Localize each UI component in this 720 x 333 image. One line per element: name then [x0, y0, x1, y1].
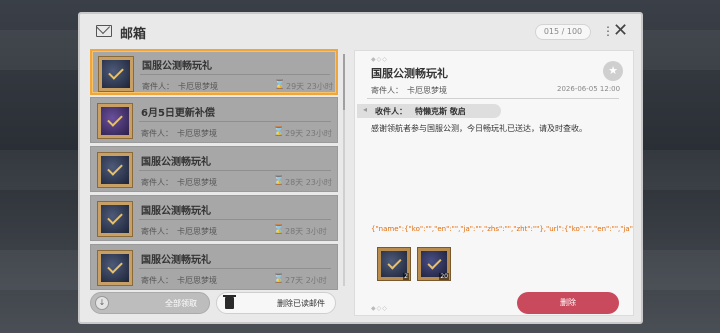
attachment-item[interactable]: 2	[377, 247, 411, 281]
time-remaining: 29天 23小时	[286, 82, 333, 91]
sender-label: 寄件人：	[141, 178, 173, 187]
hourglass-icon: ⌛	[274, 80, 286, 90]
gold-check-badge-icon	[97, 250, 133, 286]
divider	[139, 268, 331, 269]
sender-name: 卡厄思梦境	[177, 276, 217, 285]
page-title: 邮箱	[120, 27, 147, 42]
hourglass-icon: ⌛	[273, 225, 285, 235]
mail-list-item[interactable]: 国服公测畅玩礼 寄件人： 卡厄思梦境 ⌛ 27天 2小时	[90, 244, 338, 290]
download-arrow-icon: ↓	[95, 296, 109, 310]
sender-label: 寄件人：	[141, 129, 173, 138]
mail-item-title: 国服公测畅玩礼	[141, 206, 211, 217]
mail-date: 2026-06-05 12:00	[557, 85, 621, 93]
star-favorite-button[interactable]: ★	[603, 61, 623, 81]
divider	[139, 121, 331, 122]
sender-name: 卡厄思梦境	[177, 178, 217, 187]
mail-icon	[96, 25, 112, 37]
time-remaining: 28天 3小时	[285, 227, 327, 236]
raw-json-text: {"name":{"ko":"","en":"","ja":"","zhs":"…	[371, 225, 633, 233]
mail-body: 感谢领航者参与国服公测，今日畅玩礼已送达，请及时查收。	[371, 124, 587, 133]
mail-list-scrollbar[interactable]	[343, 54, 345, 286]
mail-count-badge: 015 / 100	[535, 24, 591, 40]
star-icon: ★	[608, 64, 618, 77]
collect-all-button[interactable]: ↓ 全部领取	[90, 292, 210, 314]
mail-item-title: 国服公测畅玩礼	[142, 61, 212, 72]
purple-check-badge-icon	[97, 103, 133, 139]
mail-list-item[interactable]: 国服公测畅玩礼 寄件人： 卡厄思梦境 ⌛ 29天 23小时	[90, 49, 338, 95]
sender-label: 寄件人：	[141, 276, 173, 285]
detail-sender-label: 寄件人：	[371, 86, 403, 95]
mail-list-item[interactable]: 6月5日更新补偿 寄件人： 卡厄思梦境 ⌛ 29天 23小时	[90, 97, 338, 143]
recipient-name: 特懒克斯 敬启	[415, 107, 466, 116]
close-icon[interactable]: ✕	[613, 22, 628, 40]
mail-item-title: 国服公测畅玩礼	[141, 157, 211, 168]
sender-name: 卡厄思梦境	[177, 129, 217, 138]
divider	[367, 98, 619, 99]
attachment-quantity: 20	[439, 273, 449, 280]
delete-button[interactable]: 删除	[517, 292, 619, 314]
sender-name: 卡厄思梦境	[178, 82, 218, 91]
scrollbar-thumb[interactable]	[343, 54, 345, 110]
sender-label: 寄件人：	[141, 227, 173, 236]
sender-label: 寄件人：	[142, 82, 174, 91]
mail-detail-pane: ◆◇◇ 国服公测畅玩礼 ★ 寄件人： 卡厄思梦境 2026-06-05 12:0…	[354, 50, 634, 316]
mail-list: 国服公测畅玩礼 寄件人： 卡厄思梦境 ⌛ 29天 23小时 6月5日更新补偿 寄…	[90, 49, 338, 291]
recipient-bar: ◂ 收件人： 特懒克斯 敬启	[357, 104, 501, 118]
hourglass-icon: ⌛	[273, 176, 285, 186]
divider	[140, 74, 330, 75]
collect-all-label: 全部领取	[165, 299, 197, 308]
decorative-dots: ◆◇◇	[371, 305, 388, 312]
mail-item-title: 6月5日更新补偿	[141, 108, 215, 119]
mail-list-item[interactable]: 国服公测畅玩礼 寄件人： 卡厄思梦境 ⌛ 28天 23小时	[90, 146, 338, 192]
divider	[139, 219, 331, 220]
time-remaining: 28天 23小时	[285, 178, 332, 187]
gold-check-badge-icon	[97, 152, 133, 188]
time-remaining: 27天 2小时	[285, 276, 327, 285]
trash-icon	[223, 295, 236, 309]
mailbox-panel: 邮箱 015 / 100 ⋮ ✕ 国服公测畅玩礼 寄件人： 卡厄思梦境 ⌛ 29…	[78, 12, 643, 324]
decorative-dots: ◆◇◇	[371, 56, 388, 63]
delete-read-label: 删除已读邮件	[277, 299, 325, 308]
bullet-icon: ◂	[363, 105, 368, 114]
divider	[139, 170, 331, 171]
sender-name: 卡厄思梦境	[177, 227, 217, 236]
detail-sender-name: 卡厄思梦境	[407, 86, 447, 95]
delete-read-button[interactable]: 删除已读邮件	[216, 292, 336, 314]
mailbox-header: 邮箱 015 / 100 ⋮ ✕	[80, 14, 641, 50]
attachment-quantity: 2	[403, 273, 409, 280]
mail-detail-title: 国服公测畅玩礼	[371, 67, 448, 80]
recipient-label: 收件人：	[375, 107, 407, 116]
time-remaining: 29天 23小时	[285, 129, 332, 138]
gold-check-badge-icon	[97, 201, 133, 237]
attachment-item[interactable]: 20	[417, 247, 451, 281]
hourglass-icon: ⌛	[273, 127, 285, 137]
mail-item-title: 国服公测畅玩礼	[141, 255, 211, 266]
gold-check-badge-icon	[98, 56, 134, 92]
mail-list-item[interactable]: 国服公测畅玩礼 寄件人： 卡厄思梦境 ⌛ 28天 3小时	[90, 195, 338, 241]
hourglass-icon: ⌛	[273, 274, 285, 284]
